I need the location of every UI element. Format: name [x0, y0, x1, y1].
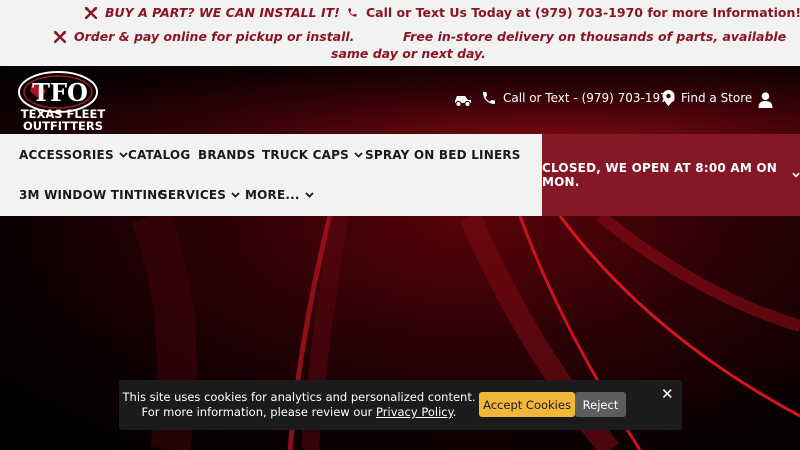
nav-item-truck-caps[interactable]: TRUCK CAPS: [262, 148, 363, 162]
logo-text: TFO: [32, 78, 88, 107]
chevron-down-icon: [792, 172, 800, 178]
promo-delivery-text-a: Free in-store delivery on thousands of p…: [403, 29, 787, 44]
cookie-message-line1: This site uses cookies for analytics and…: [122, 390, 476, 404]
accept-cookies-button[interactable]: Accept Cookies: [479, 392, 575, 417]
store-hours-label: CLOSED, WE OPEN AT 8:00 AM ON MON.: [542, 161, 777, 189]
promo-call[interactable]: Call or Text Us Today at (979) 703-1970 …: [347, 5, 800, 20]
find-store-label: Find a Store: [681, 91, 753, 105]
chevron-down-icon: [305, 192, 314, 198]
nav-item-label: ACCESSORIES: [19, 148, 114, 162]
cookie-banner: This site uses cookies for analytics and…: [119, 380, 682, 430]
tools-icon: [54, 30, 66, 43]
nav-item-brands[interactable]: BRANDS: [198, 148, 256, 162]
phone-icon: [483, 92, 495, 104]
map-pin-icon: [662, 90, 675, 106]
nav-item-label: SPRAY ON BED LINERS: [365, 148, 521, 162]
user-icon[interactable]: [758, 92, 773, 108]
promo-order: Order & pay online for pickup or install…: [54, 29, 354, 44]
nav-item-window-tinting[interactable]: 3M WINDOW TINTING: [19, 188, 167, 202]
nav-item-label: SERVICES: [159, 188, 227, 202]
promo-delivery-text-b: same day or next day.: [331, 46, 486, 61]
promo-call-text: Call or Text Us Today at (979) 703-1970 …: [366, 5, 800, 20]
cookie-message-prefix: For more information, please review our: [141, 405, 377, 419]
header-call-label: Call or Text - (979) 703-1970: [503, 91, 676, 105]
reject-cookies-button[interactable]: Reject: [575, 392, 626, 417]
promo-install: BUY A PART? WE CAN INSTALL IT!: [85, 5, 340, 20]
promo-delivery-a: Free in-store delivery on thousands of p…: [403, 29, 786, 44]
site-header: TFO TEXAS FLEET OUTFITTERS Call or Text …: [0, 66, 800, 134]
header-call-link[interactable]: Call or Text - (979) 703-1970: [481, 90, 675, 106]
chevron-down-icon: [354, 152, 363, 158]
promo-delivery-b: same day or next day.: [331, 46, 486, 61]
nav-item-more[interactable]: MORE...: [245, 188, 314, 202]
nav-item-label: TRUCK CAPS: [262, 148, 349, 162]
nav-item-spray-on-bed-liners[interactable]: SPRAY ON BED LINERS: [365, 148, 521, 162]
cookie-message: This site uses cookies for analytics and…: [119, 390, 479, 420]
vehicle-icon[interactable]: [453, 93, 473, 107]
promo-install-text: BUY A PART? WE CAN INSTALL IT!: [105, 5, 340, 20]
main-nav: ACCESSORIES CATALOG BRANDS TRUCK CAPS SP…: [0, 134, 542, 216]
logo-subtext-bottom: OUTFITTERS: [23, 119, 103, 132]
nav-item-catalog[interactable]: CATALOG: [128, 148, 190, 162]
site-logo[interactable]: TFO TEXAS FLEET OUTFITTERS: [10, 70, 116, 132]
cookie-message-suffix: .: [452, 405, 457, 419]
nav-item-accessories[interactable]: ACCESSORIES: [19, 148, 128, 162]
store-hours-dropdown[interactable]: CLOSED, WE OPEN AT 8:00 AM ON MON.: [542, 134, 800, 216]
nav-item-label: MORE...: [245, 188, 300, 202]
phone-icon: [348, 8, 357, 17]
privacy-policy-link[interactable]: Privacy Policy: [376, 405, 453, 419]
nav-item-label: BRANDS: [198, 148, 256, 162]
tools-icon: [85, 6, 97, 19]
chevron-down-icon: [231, 192, 240, 198]
find-store-link[interactable]: Find a Store: [662, 90, 752, 106]
chevron-down-icon: [119, 152, 128, 158]
promo-bar: BUY A PART? WE CAN INSTALL IT! Call or T…: [0, 0, 800, 66]
promo-order-text: Order & pay online for pickup or install…: [74, 29, 355, 44]
nav-item-label: 3M WINDOW TINTING: [19, 188, 168, 202]
close-icon[interactable]: ✕: [661, 385, 674, 403]
cookie-message-line2: For more information, please review our …: [119, 405, 479, 420]
nav-item-services[interactable]: SERVICES: [159, 188, 240, 202]
nav-item-label: CATALOG: [128, 148, 191, 162]
